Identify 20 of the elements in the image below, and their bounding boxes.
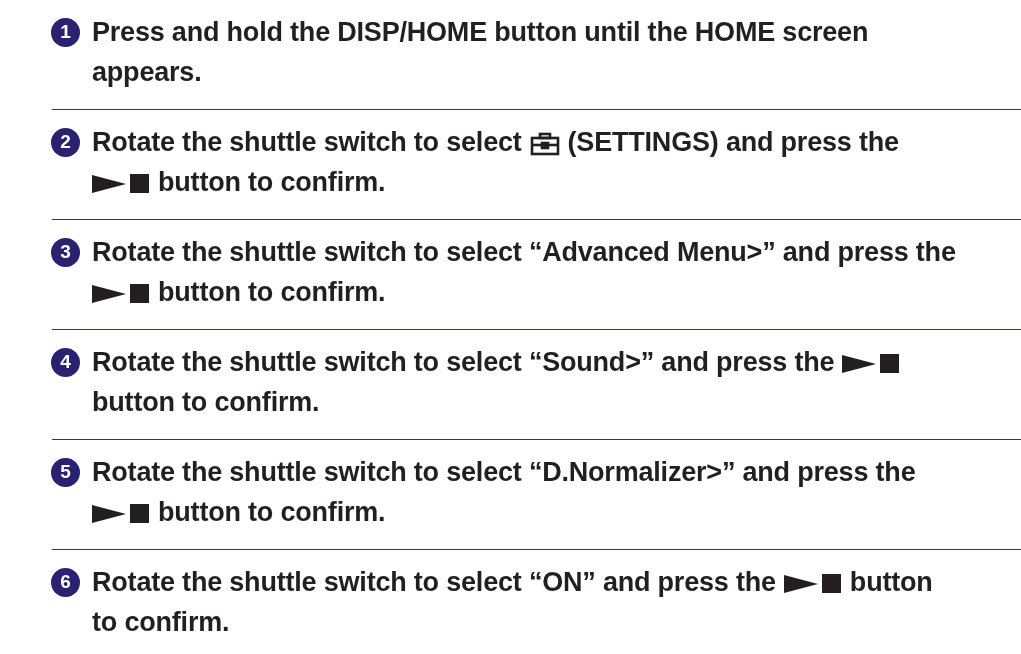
step-text: Rotate the shuttle switch to select “ON” and press the — [92, 566, 776, 599]
step-text: to confirm. — [92, 606, 230, 639]
step-number: 2 — [51, 128, 80, 157]
step-text: button — [849, 566, 933, 599]
step-text: Rotate the shuttle switch to select — [92, 126, 522, 159]
step-text: appears. — [92, 56, 202, 89]
step-text: Rotate the shuttle switch to select “Sound>” and press the — [92, 346, 835, 379]
step-text: button to confirm. — [158, 276, 386, 309]
step-number: 4 — [51, 348, 80, 377]
step-text: (SETTINGS) and press the — [567, 126, 899, 159]
step-text: button to confirm. — [158, 496, 386, 529]
step-text: button to confirm. — [92, 386, 320, 419]
step-number: 3 — [51, 238, 80, 267]
step-number: 1 — [51, 18, 80, 47]
step-number: 5 — [51, 458, 80, 487]
step-text: button to confirm. — [158, 166, 386, 199]
step-text: Press and hold the DISP/HOME button until the HOME screen — [92, 16, 869, 49]
step-number: 6 — [51, 568, 80, 597]
step-text: Rotate the shuttle switch to select “Advanced Menu>” and press the — [92, 236, 956, 269]
step-text: Rotate the shuttle switch to select “D.Normalizer>” and press the — [92, 456, 916, 489]
